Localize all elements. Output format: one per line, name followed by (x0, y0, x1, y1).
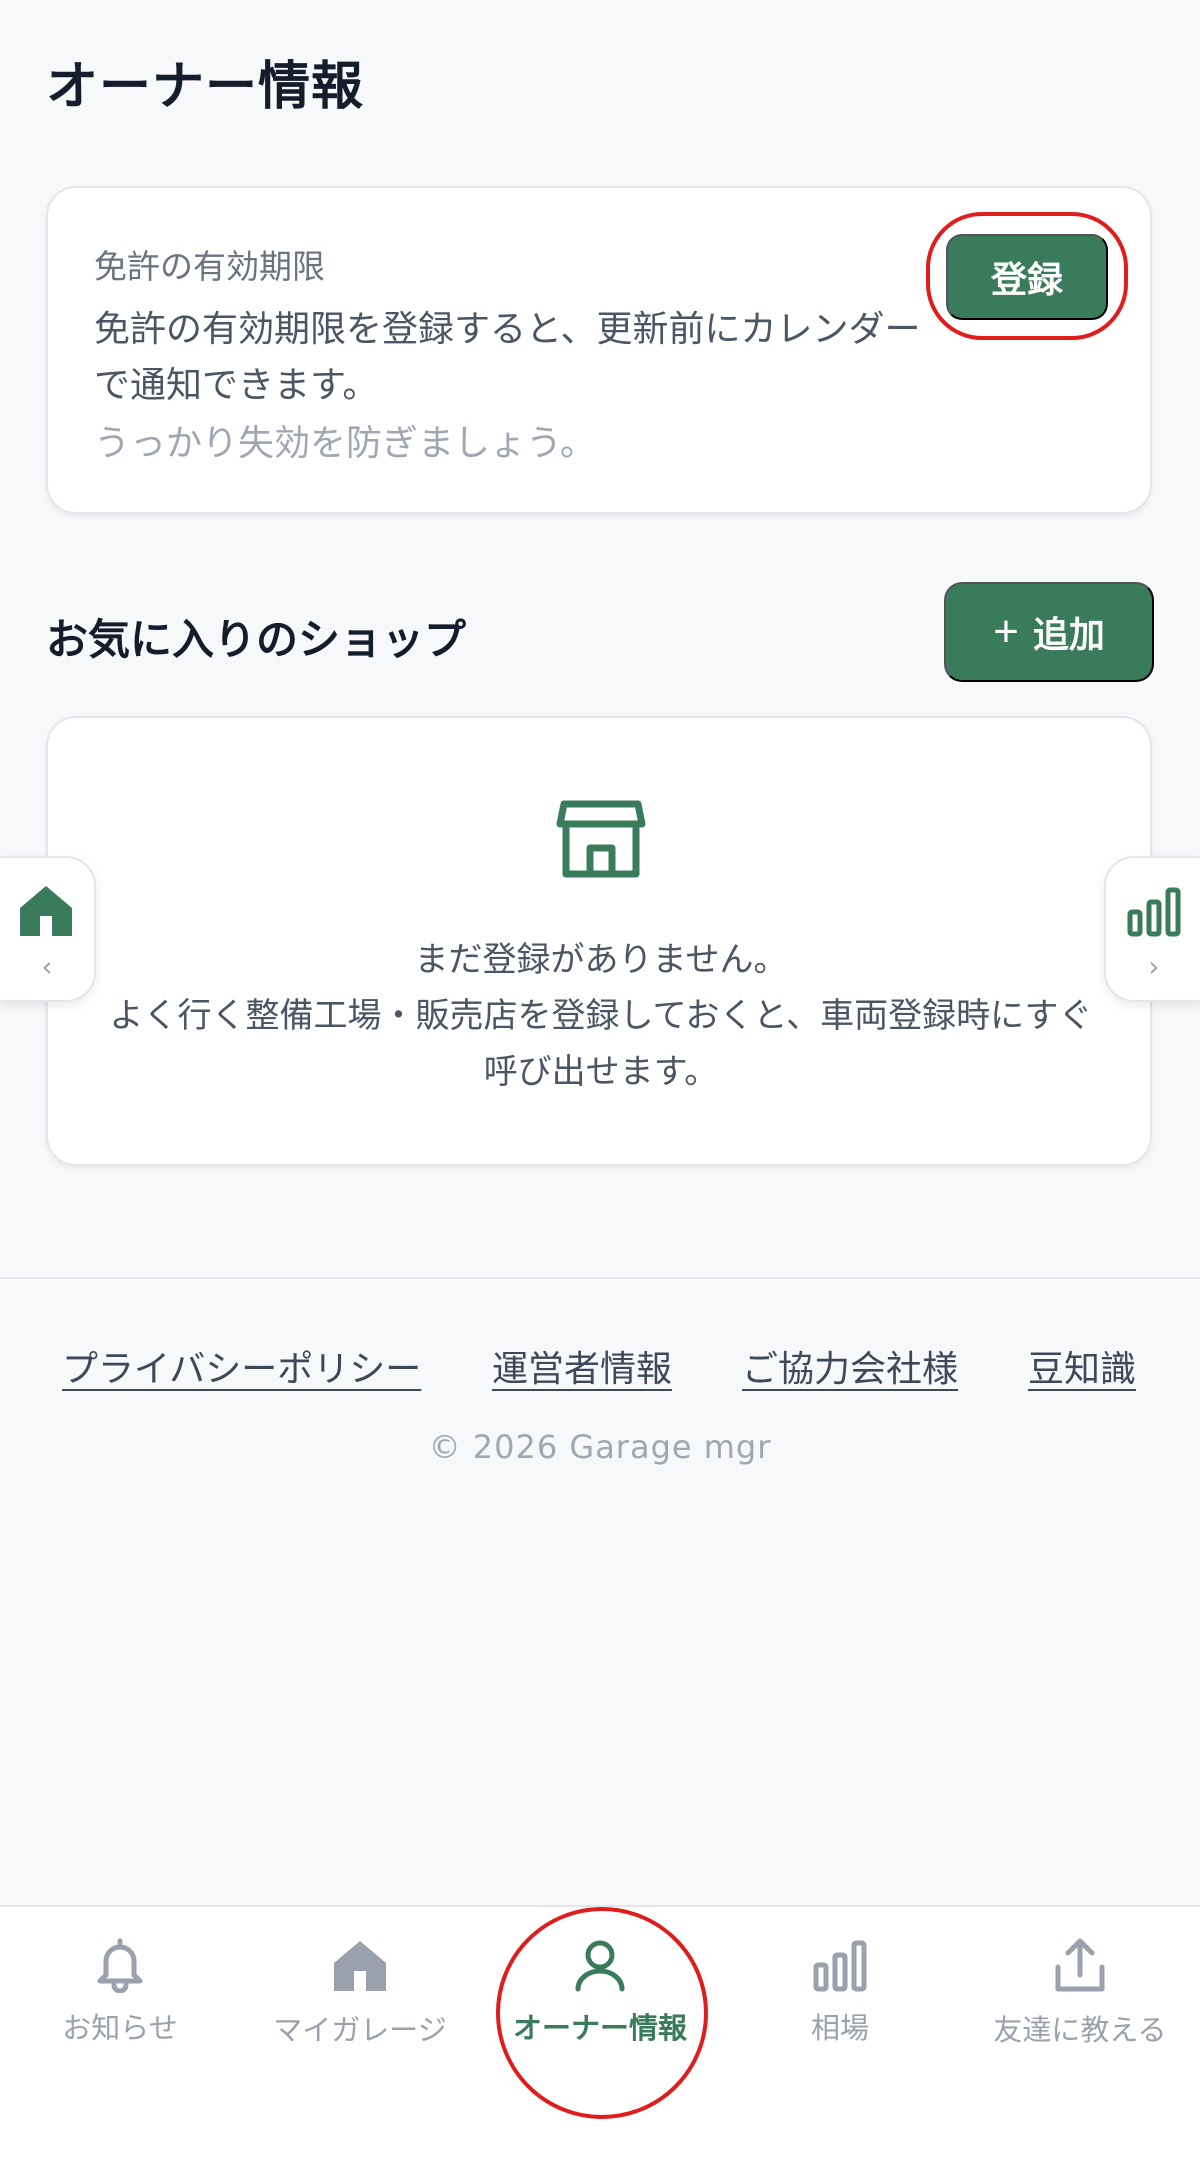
privacy-policy-link[interactable]: プライバシーポリシー (62, 1340, 421, 1392)
tab-notifications[interactable]: お知らせ (0, 1937, 240, 2057)
page-title: オーナー情報 (46, 57, 365, 117)
tab-my-garage[interactable]: マイガレージ (240, 1937, 480, 2057)
license-label: 免許の有効期限 (94, 247, 325, 286)
plus-icon: + (993, 607, 1019, 656)
add-shop-button[interactable]: + 追加 (944, 582, 1154, 682)
share-icon (1055, 1938, 1105, 1992)
empty-message: まだ登録がありません。 よく行く整備工場・販売店を登録しておくと、車両登録時にす… (108, 932, 1094, 1100)
partners-link[interactable]: ご協力会社様 (742, 1340, 958, 1392)
empty-line-1: まだ登録がありません。 (414, 940, 788, 980)
footer-divider (0, 1277, 1200, 1279)
next-section-tab[interactable]: › (1104, 856, 1200, 1002)
favorite-shops-title: お気に入りのショップ (46, 615, 467, 664)
tab-invite-friends[interactable]: 友達に教える (960, 1937, 1200, 2057)
bar-chart-icon (1127, 887, 1181, 937)
empty-line-2: よく行く整備工場・販売店を登録しておくと、車両登録時にすぐ呼び出せます。 (109, 996, 1093, 1092)
chevron-right-icon: › (1148, 950, 1160, 983)
register-button[interactable]: 登録 (946, 234, 1108, 320)
active-tab-highlight-ring (496, 1907, 708, 2119)
house-icon (334, 1941, 386, 1991)
tab-my-garage-label: マイガレージ (273, 2013, 447, 2047)
operator-info-link[interactable]: 運営者情報 (492, 1340, 672, 1392)
tips-link[interactable]: 豆知識 (1028, 1340, 1136, 1392)
footer-links: プライバシーポリシー 運営者情報 ご協力会社様 豆知識 (0, 1340, 1200, 1390)
chevron-left-icon: ‹ (41, 950, 53, 983)
license-description: 免許の有効期限を登録すると、更新前にカレンダーで通知できます。 (94, 309, 921, 406)
license-hint: うっかり失効を防ぎましょう。 (94, 423, 596, 464)
bell-icon (97, 1938, 143, 1993)
house-icon (20, 886, 72, 936)
tab-notifications-label: お知らせ (62, 2011, 178, 2045)
tab-market-price[interactable]: 相場 (720, 1937, 960, 2057)
bar-chart-icon (813, 1940, 867, 1992)
store-icon (556, 800, 646, 878)
add-shop-label: 追加 (1032, 614, 1105, 655)
bottom-tab-bar: お知らせ マイガレージ オーナー情報 相場 友達に教える (0, 1905, 1200, 2175)
copyright: © 2026 Garage mgr (428, 1428, 772, 1466)
tab-market-price-label: 相場 (810, 2011, 869, 2045)
license-card: 免許の有効期限 免許の有効期限を登録すると、更新前にカレンダーで通知できます。 … (46, 186, 1152, 514)
favorite-shops-empty-card: まだ登録がありません。 よく行く整備工場・販売店を登録しておくと、車両登録時にす… (46, 716, 1152, 1166)
previous-section-tab[interactable]: ‹ (0, 856, 96, 1002)
tab-invite-friends-label: 友達に教える (993, 2013, 1167, 2047)
